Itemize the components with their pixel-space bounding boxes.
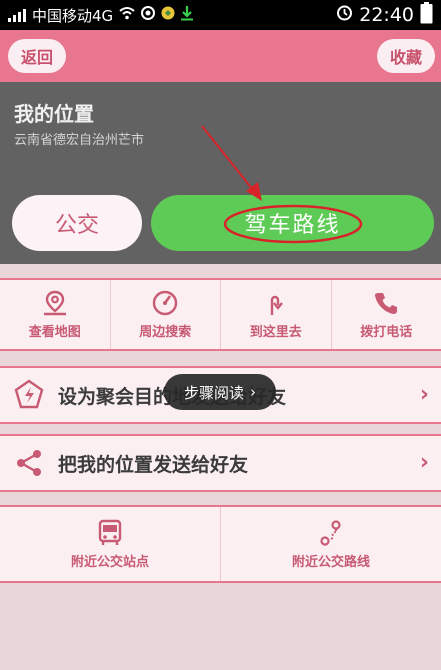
toast-label: 步骤阅读 (183, 383, 244, 402)
step-reading-toast[interactable]: 步骤阅读 › (164, 374, 276, 410)
share-location-row[interactable]: 把我的位置发送给好友 › (0, 434, 441, 492)
header-bar: 返回 收藏 (0, 30, 441, 82)
phone-icon (375, 293, 398, 314)
record-icon (141, 6, 156, 24)
back-button[interactable]: 返回 (8, 39, 66, 73)
share-icon (17, 450, 41, 476)
location-panel: 我的位置 云南省德宏自治州芒市 公交 驾车路线 (0, 82, 441, 264)
nearby-bus-stops[interactable]: 附近公交站点 (0, 507, 221, 581)
nearby-bus-routes[interactable]: 附近公交路线 (221, 507, 441, 581)
action-label: 拨打电话 (360, 325, 413, 340)
clock-time: 22:40 (359, 4, 414, 26)
wifi-icon (119, 6, 135, 24)
nearby-label: 附近公交站点 (70, 554, 149, 570)
bus-stop-icon (98, 519, 122, 545)
bus-route-icon (320, 519, 341, 546)
chevron-right-icon: › (419, 382, 429, 407)
bus-route-button[interactable]: 公交 (12, 195, 142, 251)
location-address: 云南省德宏自治州芒市 (14, 133, 145, 148)
call-phone-action[interactable]: 拨打电话 (332, 280, 441, 349)
meetup-icon (14, 379, 44, 409)
action-grid: 查看地图 周边搜索 到这里去 拨打电话 (0, 278, 441, 351)
turn-arrow-icon (270, 295, 283, 315)
action-label: 到这里去 (249, 325, 302, 340)
chevron-right-icon: › (419, 450, 429, 475)
annotation-arrow-line (201, 125, 254, 191)
signal-icon (8, 8, 26, 22)
action-label: 查看地图 (28, 325, 81, 340)
alarm-icon (336, 4, 353, 26)
radar-icon (153, 290, 178, 316)
map-pin-icon (43, 290, 66, 316)
drive-route-button[interactable]: 驾车路线 (151, 195, 434, 251)
navigate-here-action[interactable]: 到这里去 (221, 280, 332, 349)
status-bar: 中国移动4G 22:40 (0, 0, 441, 30)
chevron-right-icon: › (250, 383, 256, 401)
download-icon (181, 5, 194, 25)
view-map-action[interactable]: 查看地图 (0, 280, 111, 349)
carrier-label: 中国移动4G (32, 6, 114, 25)
favorite-button[interactable]: 收藏 (377, 39, 435, 73)
action-label: 周边搜索 (139, 325, 192, 340)
location-title: 我的位置 (14, 102, 94, 126)
nearby-label: 附近公交路线 (291, 554, 370, 570)
battery-icon (420, 1, 433, 29)
nearby-search-action[interactable]: 周边搜索 (111, 280, 221, 349)
row-label: 把我的位置发送给好友 (58, 453, 249, 476)
nearby-grid: 附近公交站点 附近公交路线 (0, 505, 441, 583)
app-icon (161, 6, 175, 24)
